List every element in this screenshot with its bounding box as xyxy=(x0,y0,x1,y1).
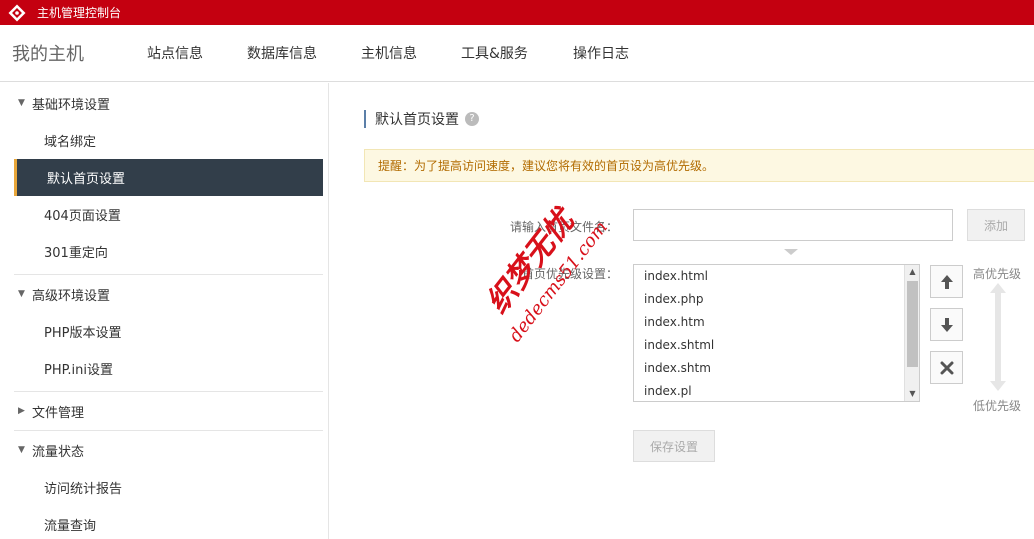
move-up-button[interactable] xyxy=(930,265,963,298)
priority-double-arrow-icon xyxy=(990,283,1006,391)
arrow-up-icon xyxy=(940,274,953,289)
list-item[interactable]: index.pl xyxy=(634,380,919,401)
scroll-down-icon[interactable]: ▼ xyxy=(905,387,919,401)
main-content: 默认首页设置 ? 提醒：为了提高访问速度，建议您将有效的首页设为高优先级。 请输… xyxy=(330,83,1034,539)
move-down-button[interactable] xyxy=(930,308,963,341)
triangle-down-icon: ▼ xyxy=(18,289,25,299)
sidebar-item-access-stats[interactable]: 访问统计报告 xyxy=(0,469,328,506)
nav-item-tools-services[interactable]: 工具&服务 xyxy=(461,43,528,63)
remove-button[interactable] xyxy=(930,351,963,384)
list-item[interactable]: index.shtm xyxy=(634,357,919,380)
sidebar-item-301-redirect[interactable]: 301重定向 xyxy=(0,233,328,270)
nav-item-database-info[interactable]: 数据库信息 xyxy=(247,43,317,63)
brand-logo-icon xyxy=(6,2,28,24)
sidebar-group-label: 基础环境设置 xyxy=(32,97,111,113)
caret-down-icon xyxy=(784,249,798,255)
sidebar-group-traffic-status[interactable]: ▼ 流量状态 xyxy=(0,431,328,469)
console-title: 主机管理控制台 xyxy=(37,6,122,20)
help-icon[interactable]: ? xyxy=(465,112,479,126)
top-bar: 主机管理控制台 xyxy=(0,0,1034,25)
page-title: 默认首页设置 xyxy=(375,112,459,128)
save-settings-button[interactable]: 保存设置 xyxy=(633,430,715,462)
nav-item-host-info[interactable]: 主机信息 xyxy=(361,43,417,63)
triangle-down-icon: ▼ xyxy=(18,445,25,455)
list-item[interactable]: index.php xyxy=(634,288,919,311)
sidebar-group-advanced-env[interactable]: ▼ 高级环境设置 xyxy=(0,275,328,313)
sidebar-item-traffic-query[interactable]: 流量查询 xyxy=(0,506,328,539)
list-item[interactable]: index.html xyxy=(634,265,919,288)
sidebar-item-php-ini[interactable]: PHP.ini设置 xyxy=(0,350,328,387)
priority-label: 首页优先级设置： xyxy=(521,267,618,281)
arrow-down-icon xyxy=(940,317,953,332)
notice-banner: 提醒：为了提高访问速度，建议您将有效的首页设为高优先级。 xyxy=(364,149,1034,182)
high-priority-label: 高优先级 xyxy=(973,267,1022,281)
nav-item-operation-log[interactable]: 操作日志 xyxy=(573,43,629,63)
sidebar-group-basic-env[interactable]: ▼ 基础环境设置 xyxy=(0,84,328,122)
section-title: 默认首页设置 ? xyxy=(364,110,479,128)
list-item[interactable]: index.shtml xyxy=(634,334,919,357)
sidebar: ▼ 基础环境设置 域名绑定 默认首页设置 404页面设置 301重定向 ▼ 高级… xyxy=(0,83,329,539)
filename-label: 请输入首页文件名： xyxy=(509,220,618,234)
sidebar-item-404-page[interactable]: 404页面设置 xyxy=(0,196,328,233)
list-item[interactable]: index.htm xyxy=(634,311,919,334)
scroll-up-icon[interactable]: ▲ xyxy=(905,265,919,279)
homepage-priority-list[interactable]: index.html index.php index.htm index.sht… xyxy=(633,264,920,402)
list-scrollbar[interactable]: ▲ ▼ xyxy=(904,265,919,401)
triangle-right-icon: ▶ xyxy=(18,406,25,416)
triangle-down-icon: ▼ xyxy=(18,98,25,108)
low-priority-label: 低优先级 xyxy=(973,399,1022,413)
add-button[interactable]: 添加 xyxy=(967,209,1025,241)
close-icon xyxy=(940,361,953,374)
sidebar-group-label: 高级环境设置 xyxy=(32,288,111,304)
sidebar-group-label: 文件管理 xyxy=(32,405,85,421)
main-nav: 我的主机 站点信息 数据库信息 主机信息 工具&服务 操作日志 xyxy=(0,25,1034,82)
sidebar-group-file-management[interactable]: ▶ 文件管理 xyxy=(0,392,328,430)
sidebar-item-default-homepage[interactable]: 默认首页设置 xyxy=(14,159,323,196)
nav-brand[interactable]: 我的主机 xyxy=(12,40,147,66)
sidebar-group-label: 流量状态 xyxy=(32,444,85,460)
nav-item-site-info[interactable]: 站点信息 xyxy=(147,43,203,63)
sidebar-item-domain-binding[interactable]: 域名绑定 xyxy=(0,122,328,159)
homepage-filename-input[interactable] xyxy=(633,209,953,241)
sidebar-item-php-version[interactable]: PHP版本设置 xyxy=(0,313,328,350)
scroll-thumb[interactable] xyxy=(907,281,918,367)
